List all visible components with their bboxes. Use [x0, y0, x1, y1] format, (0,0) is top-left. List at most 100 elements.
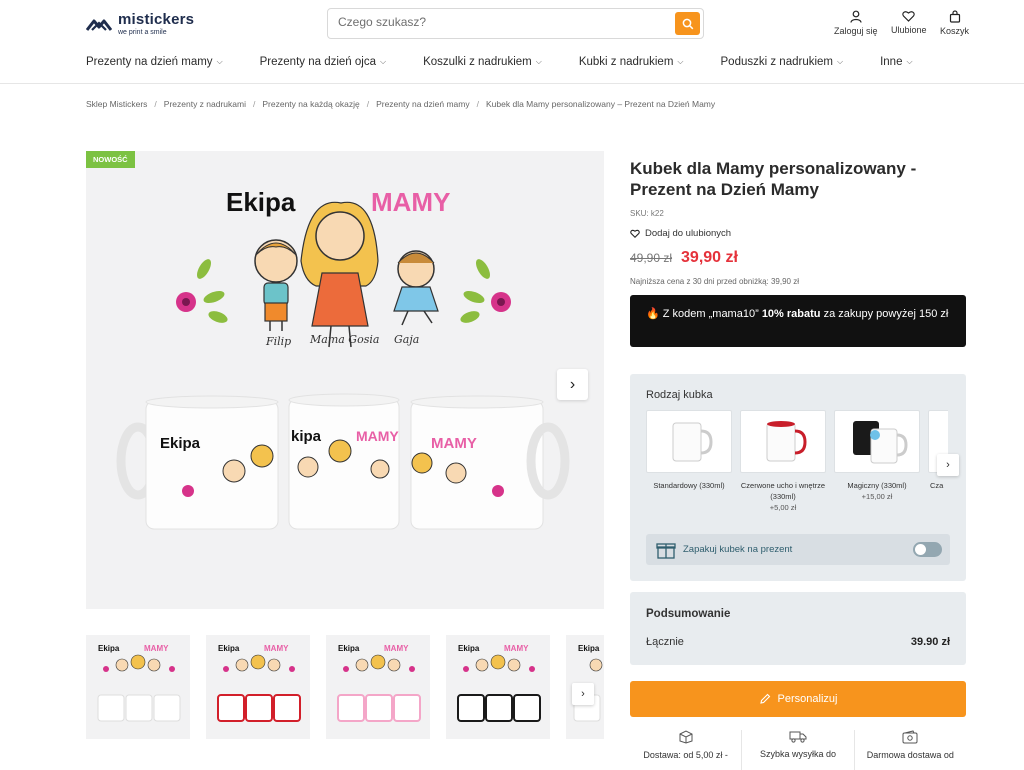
benefit-free-shipping: Darmowa dostawa od: [855, 730, 966, 770]
box-icon: [679, 730, 693, 744]
benefit-fast-shipping: Szybka wysyłka do: [742, 730, 855, 770]
product-illustration: Ekipa MAMY Filip Mama Gosia Gaja Ekipa k…: [116, 187, 570, 530]
thumbnail[interactable]: Ekipa MAMY: [326, 635, 430, 739]
mug-option-label: Magiczny (330ml): [847, 481, 907, 490]
chevron-down-icon: ⌵: [837, 57, 844, 66]
fire-icon: 🔥: [646, 308, 660, 320]
benefit-shipping-cost: Dostawa: od 5,00 zł -: [630, 730, 743, 770]
thumbnail[interactable]: Ekipa MAMY: [206, 635, 310, 739]
promo-banner: 🔥 Z kodem „mama10” 10% rabatu za zakupy …: [630, 295, 966, 347]
gift-wrap-option[interactable]: Zapakuj kubek na prezent: [646, 534, 950, 565]
mug-option-price: +5,00 zł: [769, 503, 797, 512]
nav-item-label: Poduszki z nadrukiem: [720, 56, 834, 68]
thumbnails-next-button[interactable]: ›: [572, 683, 594, 705]
price-old: 49,90 zł: [630, 251, 673, 265]
svg-text:Ekipa: Ekipa: [458, 644, 480, 653]
breadcrumb-separator: /: [366, 99, 370, 109]
search-input[interactable]: [338, 15, 668, 29]
flower-left-icon: [176, 259, 228, 323]
mug-option-label: Standardowy (330ml): [653, 481, 725, 490]
mug-center: kipa MAMY: [288, 393, 400, 530]
mug-type-options: Standardowy (330ml) Czerwone ucho i wnęt…: [646, 410, 948, 520]
mother-figure: [300, 201, 379, 348]
cart-icon: [949, 10, 960, 23]
nav-item-mothers-day[interactable]: Prezenty na dzień mamy ⌵: [86, 56, 223, 68]
cart-button[interactable]: Koszyk: [940, 10, 969, 36]
search-button[interactable]: [675, 12, 700, 35]
flower-right-icon: [460, 259, 511, 323]
personalize-label: Personalizuj: [777, 693, 838, 705]
gift-box-icon: [656, 542, 676, 559]
mug-left: Ekipa: [116, 395, 279, 530]
benefits-row: Dostawa: od 5,00 zł - Szybka wysyłka do …: [630, 730, 966, 770]
nav-item-other[interactable]: Inne ⌵: [880, 56, 912, 68]
illustration-name-3: Gaja: [394, 333, 419, 346]
new-badge: NOWOŚĆ: [86, 151, 135, 168]
thumbnail-image: Ekipa MAMY: [337, 644, 421, 722]
summary-total-label: Łącznie: [646, 636, 684, 648]
mug-option-image: [646, 410, 732, 473]
breadcrumb-link[interactable]: Prezenty z nadrukami: [164, 99, 246, 109]
breadcrumb-link[interactable]: Prezenty na dzień mamy: [376, 99, 470, 109]
add-to-favorites-button[interactable]: Dodaj do ulubionych: [630, 228, 731, 239]
mug-option-black[interactable]: Cza: [928, 410, 948, 491]
lowest-price-note: Najniższa cena z 30 dni przed obniżką: 3…: [630, 277, 799, 286]
benefit-label: Dostawa: od 5,00 zł -: [643, 750, 728, 760]
svg-text:Ekipa: Ekipa: [98, 644, 120, 653]
login-button[interactable]: Zaloguj się: [834, 10, 878, 36]
heart-icon: [902, 11, 915, 22]
logo[interactable]: mistickers we print a smile: [86, 12, 194, 36]
breadcrumb-link[interactable]: Sklep Mistickers: [86, 99, 147, 109]
mug-option-standard[interactable]: Standardowy (330ml): [646, 410, 732, 491]
mug-option-red[interactable]: Czerwone ucho i wnętrze (330ml) +5,00 zł: [740, 410, 826, 513]
benefit-label: Szybka wysyłka do: [759, 749, 836, 759]
svg-text:MAMY: MAMY: [264, 644, 289, 653]
breadcrumb-separator: /: [154, 99, 157, 109]
mug-text: kipa: [291, 428, 322, 445]
chevron-right-icon: ›: [581, 688, 585, 700]
site-header: mistickers we print a smile Zaloguj się …: [0, 0, 1024, 84]
thumbnail-strip: Ekipa MAMY Ekipa MAMY Ekipa MAMY Ekipa MAMY …: [86, 635, 604, 739]
gift-wrap-toggle[interactable]: [913, 542, 942, 557]
chevron-right-icon: ›: [569, 375, 576, 393]
add-to-favorites-label: Dodaj do ulubionych: [645, 228, 732, 239]
product-main-image[interactable]: Ekipa MAMY Filip Mama Gosia Gaja Ekipa k…: [86, 151, 604, 609]
mug-text: Ekipa: [160, 435, 201, 452]
nav-item-pillows[interactable]: Poduszki z nadrukiem ⌵: [721, 56, 844, 68]
thumbnail[interactable]: Ekipa MAMY: [446, 635, 550, 739]
main-nav: Prezenty na dzień mamy ⌵ Prezenty na dzie…: [86, 56, 950, 68]
gallery-next-button[interactable]: ›: [557, 369, 588, 400]
thumbnail-image: Ekipa MAMY: [97, 644, 181, 722]
illustration-name-1: Filip: [265, 335, 291, 348]
cart-label: Koszyk: [940, 26, 970, 36]
favorites-button[interactable]: Ulubione: [891, 10, 927, 35]
promo-suffix: za zakupy powyżej 150 zł: [823, 308, 949, 320]
search-icon: [682, 18, 693, 29]
nav-item-tshirts[interactable]: Koszulki z nadrukiem ⌵: [423, 56, 542, 68]
truck-icon: [789, 731, 807, 743]
product-sku: SKU: k22: [630, 209, 664, 218]
pencil-icon: [759, 693, 770, 704]
login-label: Zaloguj się: [834, 26, 878, 36]
promo-discount: 10% rabatu: [761, 308, 821, 320]
breadcrumb-link[interactable]: Prezenty na każdą okazję: [262, 99, 359, 109]
mug-options-next-button[interactable]: ›: [937, 454, 959, 476]
breadcrumb: Sklep Mistickers / Prezenty z nadrukami …: [86, 99, 715, 109]
illustration-name-2: Mama Gosia: [309, 333, 379, 346]
thumbnail[interactable]: Ekipa MAMY: [86, 635, 190, 739]
nav-item-label: Kubki z nadrukiem: [578, 56, 674, 68]
nav-item-fathers-day[interactable]: Prezenty na dzień ojca ⌵: [260, 56, 386, 68]
mug-option-magic[interactable]: Magiczny (330ml) +15,00 zł: [834, 410, 920, 502]
nav-item-mugs[interactable]: Kubki z nadrukiem ⌵: [579, 56, 684, 68]
product-title: Kubek dla Mamy personalizowany - Prezent…: [630, 159, 917, 199]
personalize-button[interactable]: Personalizuj: [630, 681, 966, 717]
wallet-icon: [902, 730, 918, 744]
svg-text:MAMY: MAMY: [144, 644, 169, 653]
svg-text:Ekipa: Ekipa: [338, 644, 360, 653]
nav-item-label: Prezenty na dzień mamy: [86, 56, 213, 68]
chevron-down-icon: ⌵: [677, 57, 684, 66]
svg-text:MAMY: MAMY: [504, 644, 529, 653]
search-box: [327, 8, 704, 39]
summary-title: Podsumowanie: [646, 608, 731, 620]
mug-option-price: +15,00 zł: [861, 492, 893, 501]
